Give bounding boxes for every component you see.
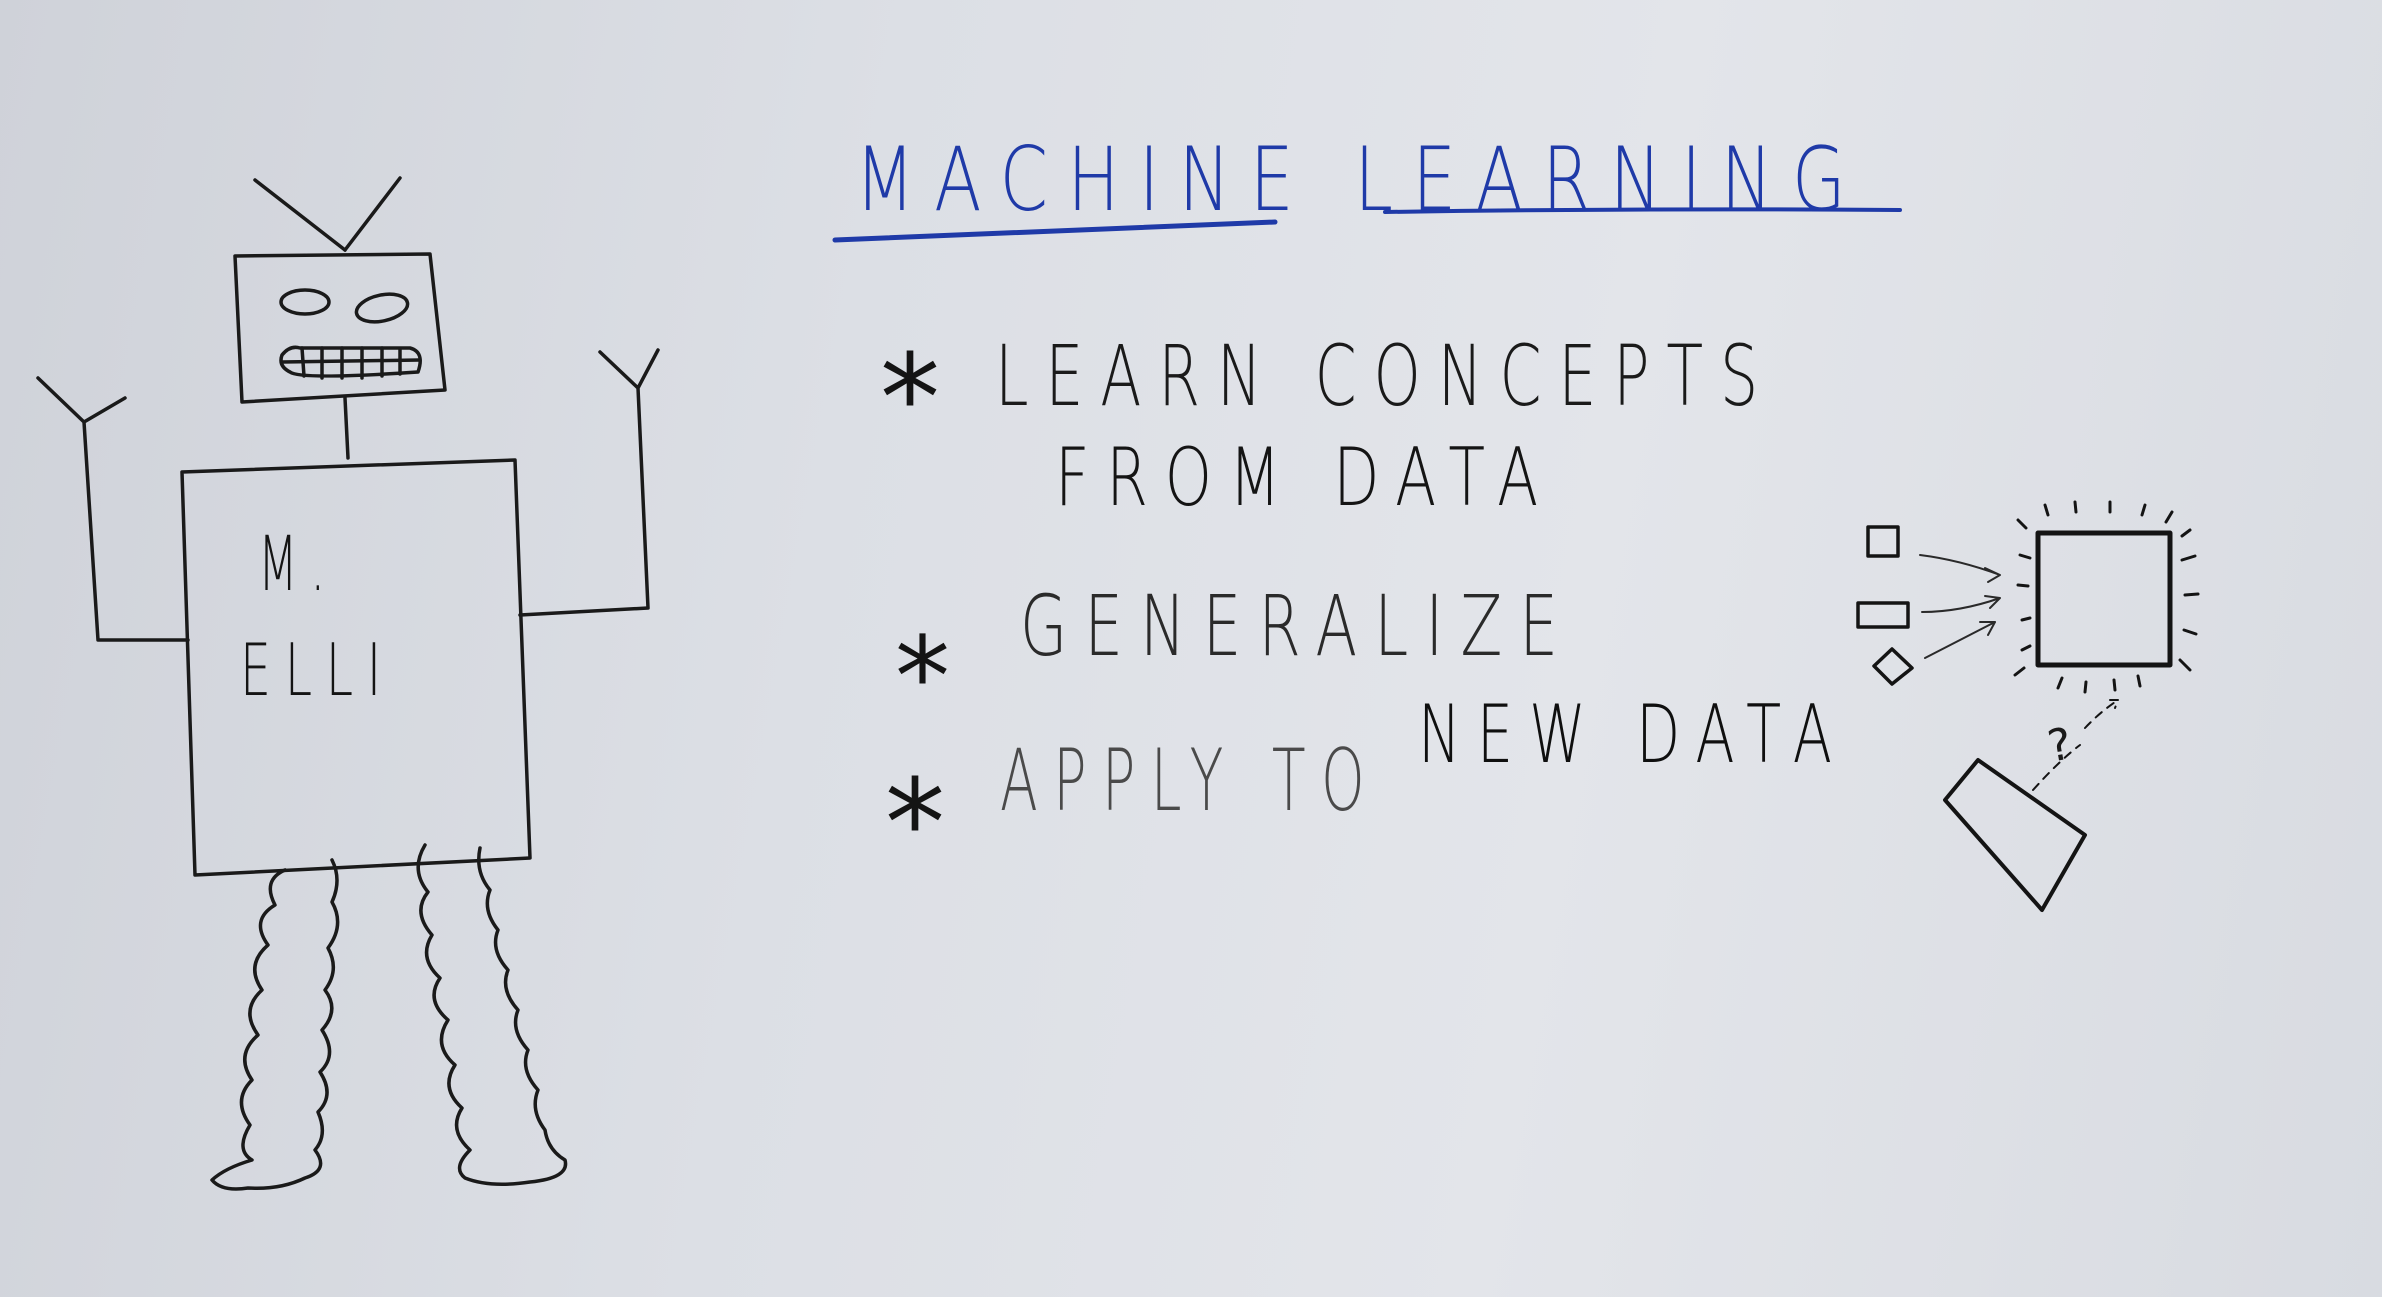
input-shape-diamond: [1872, 647, 1914, 686]
whiteboard: MACHINE LEARNING * LEARN CONCEPTS FROM D…: [0, 0, 2382, 1297]
bullet-3: * APPLY TO NEW DATA: [885, 688, 1848, 894]
input-shape-square: [1866, 525, 1900, 558]
robot-neck: [343, 396, 350, 460]
robot-eye-left: [279, 288, 331, 316]
bullet-1-line2: FROM DATA: [1055, 431, 1555, 524]
title: MACHINE LEARNING: [855, 128, 1865, 231]
concept-box: [2035, 530, 2173, 668]
bullet-2-line1: GENERALIZE: [1020, 577, 1575, 675]
whiteboard-drawing: MACHINE LEARNING * LEARN CONCEPTS FROM D…: [36, 128, 2200, 1191]
robot-head: [233, 252, 447, 404]
robot-leg-left: [210, 858, 340, 1191]
robot-shirt-line1: M.: [258, 519, 338, 608]
robot-leg-right: [416, 843, 568, 1186]
bullet-marker: *: [880, 330, 940, 469]
bullet-3-faint: APPLY TO: [1000, 731, 1380, 831]
bullet-3-bold: NEW DATA: [1418, 688, 1848, 781]
input-shape-rect: [1856, 601, 1910, 629]
robot-mouth: [279, 345, 422, 380]
bullet-1-line1: LEARN CONCEPTS: [995, 327, 1775, 425]
input-arrows: [1919, 554, 2001, 659]
bullet-marker: *: [885, 755, 945, 894]
bullet-1: * LEARN CONCEPTS FROM DATA: [880, 327, 1775, 524]
concept-diagram: [1856, 500, 2200, 912]
robot-arm-left: [36, 376, 190, 642]
query-arrow: [2032, 699, 2119, 791]
robot-eye-right: [354, 292, 410, 324]
bullet-marker: *: [895, 613, 950, 741]
robot-antenna-left: [253, 178, 347, 252]
robot-shirt-line2: ELLI: [240, 628, 395, 712]
robot-arm-right: [518, 348, 660, 617]
robot-antenna-right: [343, 176, 402, 252]
new-data-shape: [1943, 758, 2087, 912]
question-mark: ?: [2044, 718, 2076, 772]
